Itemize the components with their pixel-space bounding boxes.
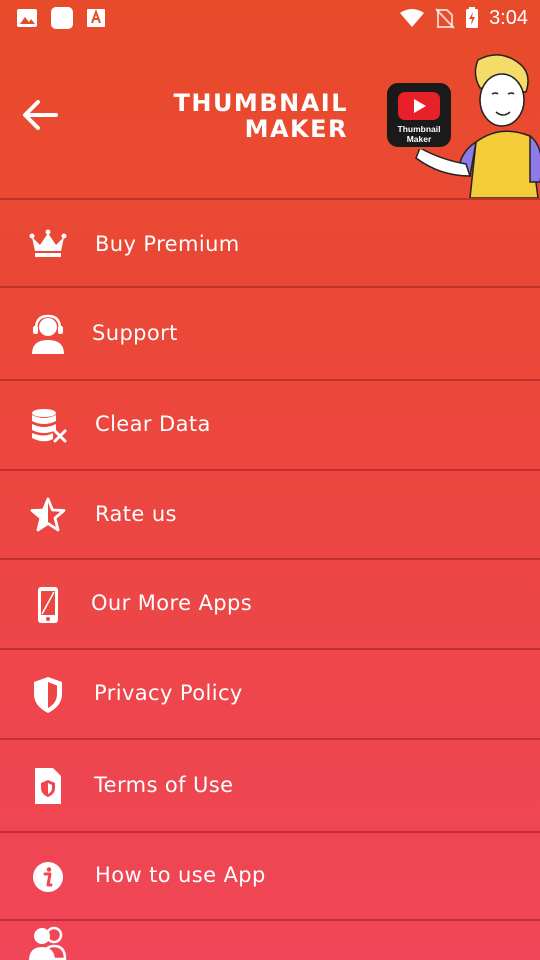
status-notifications <box>16 6 106 30</box>
menu-item-label: Terms of Use <box>94 773 234 797</box>
menu-item-our-more-apps[interactable]: Our More Apps <box>0 558 540 648</box>
menu-item-label: Clear Data <box>95 412 211 436</box>
mascot-illustration: Thumbnail Maker <box>385 54 540 198</box>
app-title-line1: THUMBNAIL <box>173 89 348 117</box>
menu-item-label: Support <box>92 321 178 345</box>
phone-icon <box>28 585 68 625</box>
status-time: 3:04 <box>489 6 528 29</box>
shield-icon <box>28 675 68 715</box>
text-app-icon <box>87 9 105 27</box>
status-bar: 3:04 <box>0 0 540 36</box>
app-title-line2: MAKER <box>244 115 348 143</box>
crown-icon <box>28 224 68 264</box>
menu-item-label: Rate us <box>95 502 177 526</box>
menu-item-clear-data[interactable]: Clear Data <box>0 379 540 469</box>
battery-charging-icon <box>466 7 479 28</box>
database-remove-icon <box>28 406 68 446</box>
app-title: THUMBNAIL MAKER <box>173 90 348 142</box>
star-icon <box>28 495 68 535</box>
menu-item-support[interactable]: Support <box>0 286 540 379</box>
menu-item-label: Our More Apps <box>91 591 253 615</box>
menu-item-label: How to use App <box>95 863 266 887</box>
arrow-left-icon[interactable] <box>20 94 62 136</box>
wifi-icon <box>400 9 425 27</box>
menu-item-privacy-policy[interactable]: Privacy Policy <box>0 648 540 738</box>
menu-item-rate-us[interactable]: Rate us <box>0 469 540 558</box>
users-icon <box>28 923 68 960</box>
drawer-header: THUMBNAIL MAKER Thumbnail Maker <box>0 36 540 198</box>
square-app-icon <box>51 7 73 29</box>
headset-user-icon <box>28 314 68 354</box>
image-icon <box>17 9 37 27</box>
menu-item-terms-of-use[interactable]: Terms of Use <box>0 738 540 831</box>
info-icon <box>28 857 68 897</box>
badge-text-line2: Maker <box>407 134 432 144</box>
no-sim-icon <box>435 8 455 29</box>
status-system: 3:04 <box>399 7 528 30</box>
drawer-menu: Buy Premium Support Clear Data Rate us O… <box>0 198 540 960</box>
badge-text-line1: Thumbnail <box>398 124 441 134</box>
menu-item-how-to-use-app[interactable]: How to use App <box>0 831 540 919</box>
menu-item-label: Privacy Policy <box>94 681 243 705</box>
menu-item-label: Buy Premium <box>95 232 240 256</box>
menu-item-users[interactable] <box>0 919 540 960</box>
menu-item-buy-premium[interactable]: Buy Premium <box>0 198 540 286</box>
document-shield-icon <box>28 766 68 806</box>
